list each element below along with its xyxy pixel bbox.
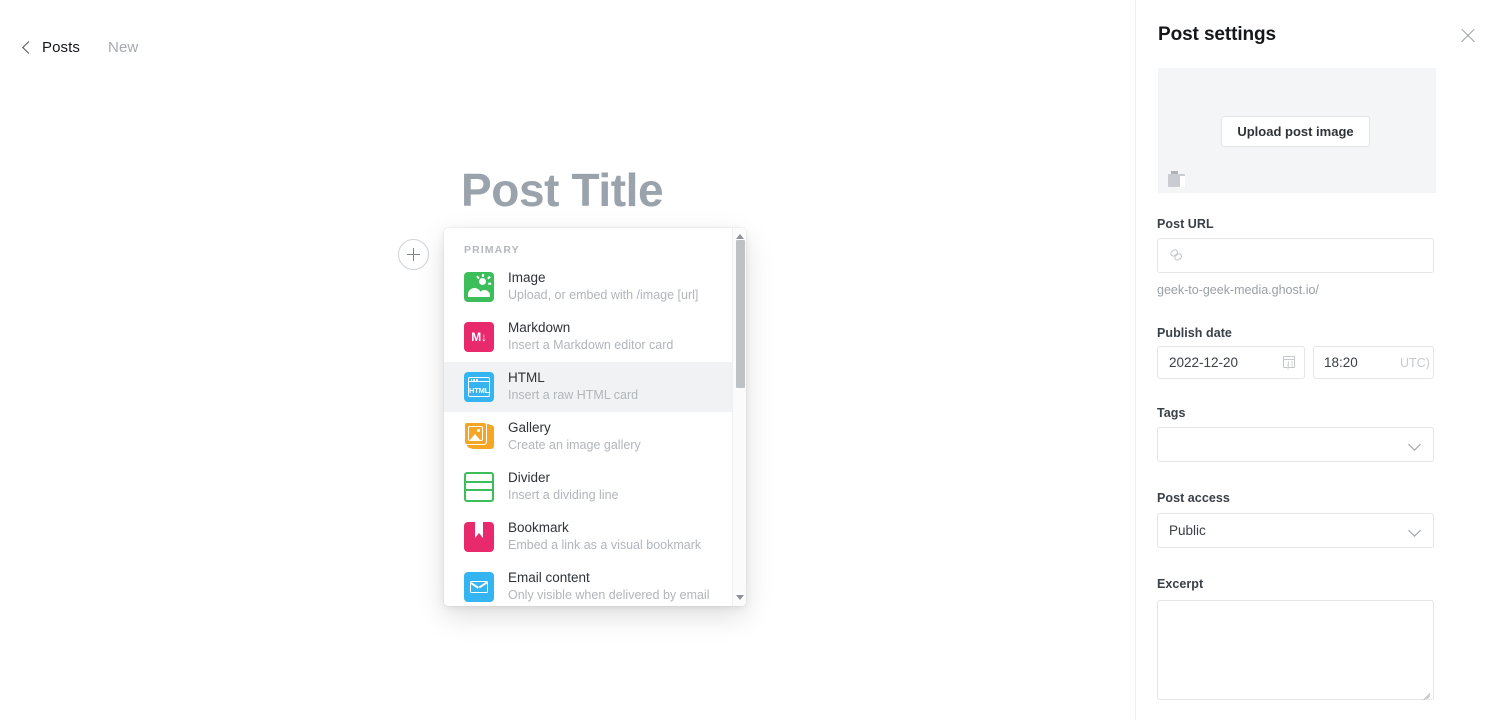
card-menu-item-html[interactable]: HTML HTML Insert a raw HTML card — [444, 362, 732, 412]
tags-select[interactable] — [1157, 427, 1434, 462]
publish-date-value: 2022-12-20 — [1169, 355, 1239, 370]
calendar-icon[interactable] — [1283, 356, 1295, 368]
card-menu-item-desc: Insert a Markdown editor card — [508, 338, 674, 353]
card-menu-item-title: Bookmark — [508, 520, 569, 536]
tags-label: Tags — [1157, 406, 1186, 420]
markdown-card-icon: M↓ — [464, 322, 494, 352]
card-menu-section-label: PRIMARY — [464, 244, 520, 256]
email-card-icon — [464, 572, 494, 602]
card-menu-scrollbar[interactable] — [732, 228, 746, 606]
post-url-input[interactable] — [1157, 238, 1434, 273]
card-menu-item-title: Divider — [508, 470, 551, 486]
triangle-down-icon[interactable] — [736, 595, 744, 600]
panel-title: Post settings — [1158, 24, 1276, 45]
publish-timezone-label: UTC) — [1400, 356, 1430, 370]
card-menu-item-markdown[interactable]: M↓ Markdown Insert a Markdown editor car… — [444, 312, 732, 362]
card-menu-item-desc: Insert a dividing line — [508, 488, 619, 503]
publish-time-value: 18:20 — [1324, 355, 1358, 370]
card-menu-item-title: Image — [508, 270, 546, 286]
card-menu-item-bookmark[interactable]: Bookmark Embed a link as a visual bookma… — [444, 512, 732, 562]
close-icon[interactable] — [1458, 26, 1478, 46]
publish-date-label: Publish date — [1157, 326, 1232, 340]
add-card-button[interactable] — [398, 239, 429, 270]
card-menu-item-title: Markdown — [508, 320, 571, 336]
card-menu-list: PRIMARY Image Upload, or embed with /ima… — [444, 228, 732, 606]
triangle-up-icon[interactable] — [736, 234, 744, 239]
card-menu-item-title: HTML — [508, 370, 545, 386]
excerpt-textarea[interactable] — [1157, 600, 1434, 701]
post-url-label: Post URL — [1157, 217, 1214, 231]
bookmark-card-icon — [464, 522, 494, 552]
broken-image-icon — [1168, 171, 1185, 187]
post-access-label: Post access — [1157, 491, 1230, 505]
image-card-icon — [464, 272, 494, 302]
card-menu-item-desc: Create an image gallery — [508, 438, 641, 453]
post-title-input[interactable]: Post Title — [461, 163, 664, 217]
card-menu-item-image[interactable]: Image Upload, or embed with /image [url] — [444, 262, 732, 312]
card-menu-item-desc: Only visible when delivered by email — [508, 588, 710, 603]
card-menu-dropdown[interactable]: PRIMARY Image Upload, or embed with /ima… — [444, 228, 746, 606]
excerpt-label: Excerpt — [1157, 577, 1204, 591]
link-icon — [1169, 248, 1183, 262]
card-menu-item-desc: Upload, or embed with /image [url] — [508, 288, 699, 303]
post-access-value: Public — [1169, 523, 1206, 538]
post-url-hint: geek-to-geek-media.ghost.io/ — [1157, 283, 1319, 297]
html-card-icon: HTML — [464, 372, 494, 402]
card-menu-item-divider[interactable]: Divider Insert a dividing line — [444, 462, 732, 512]
editor-canvas: Post Title PRIMARY Image Upload, or embe… — [0, 0, 1135, 720]
card-menu-item-title: Email content — [508, 570, 590, 586]
resize-grip-icon[interactable] — [1421, 687, 1431, 701]
card-menu-item-gallery[interactable]: Gallery Create an image gallery — [444, 412, 732, 462]
card-menu-item-email-content[interactable]: Email content Only visible when delivere… — [444, 562, 732, 606]
gallery-card-icon — [464, 422, 494, 452]
scrollbar-thumb[interactable] — [735, 240, 745, 388]
upload-post-image-button[interactable]: Upload post image — [1221, 116, 1370, 147]
post-editor-screen: Posts New Post Title PRIMARY Image Uploa… — [0, 0, 1500, 720]
card-menu-item-desc: Insert a raw HTML card — [508, 388, 639, 403]
card-menu-item-desc: Embed a link as a visual bookmark — [508, 538, 702, 553]
divider-card-icon — [464, 472, 494, 502]
card-menu-item-title: Gallery — [508, 420, 551, 436]
